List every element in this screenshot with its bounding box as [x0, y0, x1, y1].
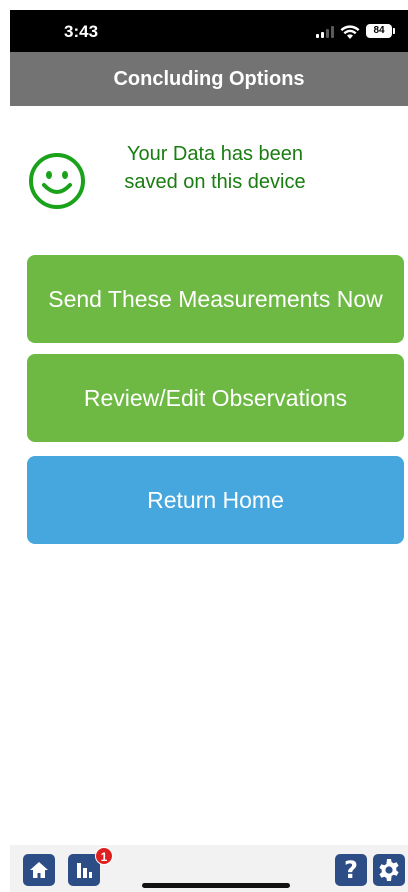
status-bar: 3:43 84	[10, 10, 408, 52]
home-icon	[30, 862, 48, 878]
review-edit-observations-button[interactable]: Review/Edit Observations	[27, 354, 404, 442]
help-button[interactable]: ?	[335, 854, 367, 886]
cellular-signal-icon	[316, 26, 338, 38]
return-home-button[interactable]: Return Home	[27, 456, 404, 544]
gear-icon	[379, 859, 399, 881]
send-measurements-button[interactable]: Send These Measurements Now	[27, 255, 404, 343]
saved-message: Your Data has been saved on this device	[124, 143, 306, 193]
settings-button[interactable]	[373, 854, 405, 886]
notification-badge: 1	[95, 847, 113, 865]
home-tab[interactable]	[23, 854, 55, 886]
wifi-icon	[340, 25, 360, 39]
smiley-icon	[29, 153, 85, 209]
status-time: 3:43	[64, 22, 99, 41]
bar-chart-icon	[77, 863, 92, 878]
page-title: Concluding Options	[10, 52, 408, 106]
home-indicator	[142, 883, 290, 888]
battery-indicator: 84	[366, 24, 395, 38]
